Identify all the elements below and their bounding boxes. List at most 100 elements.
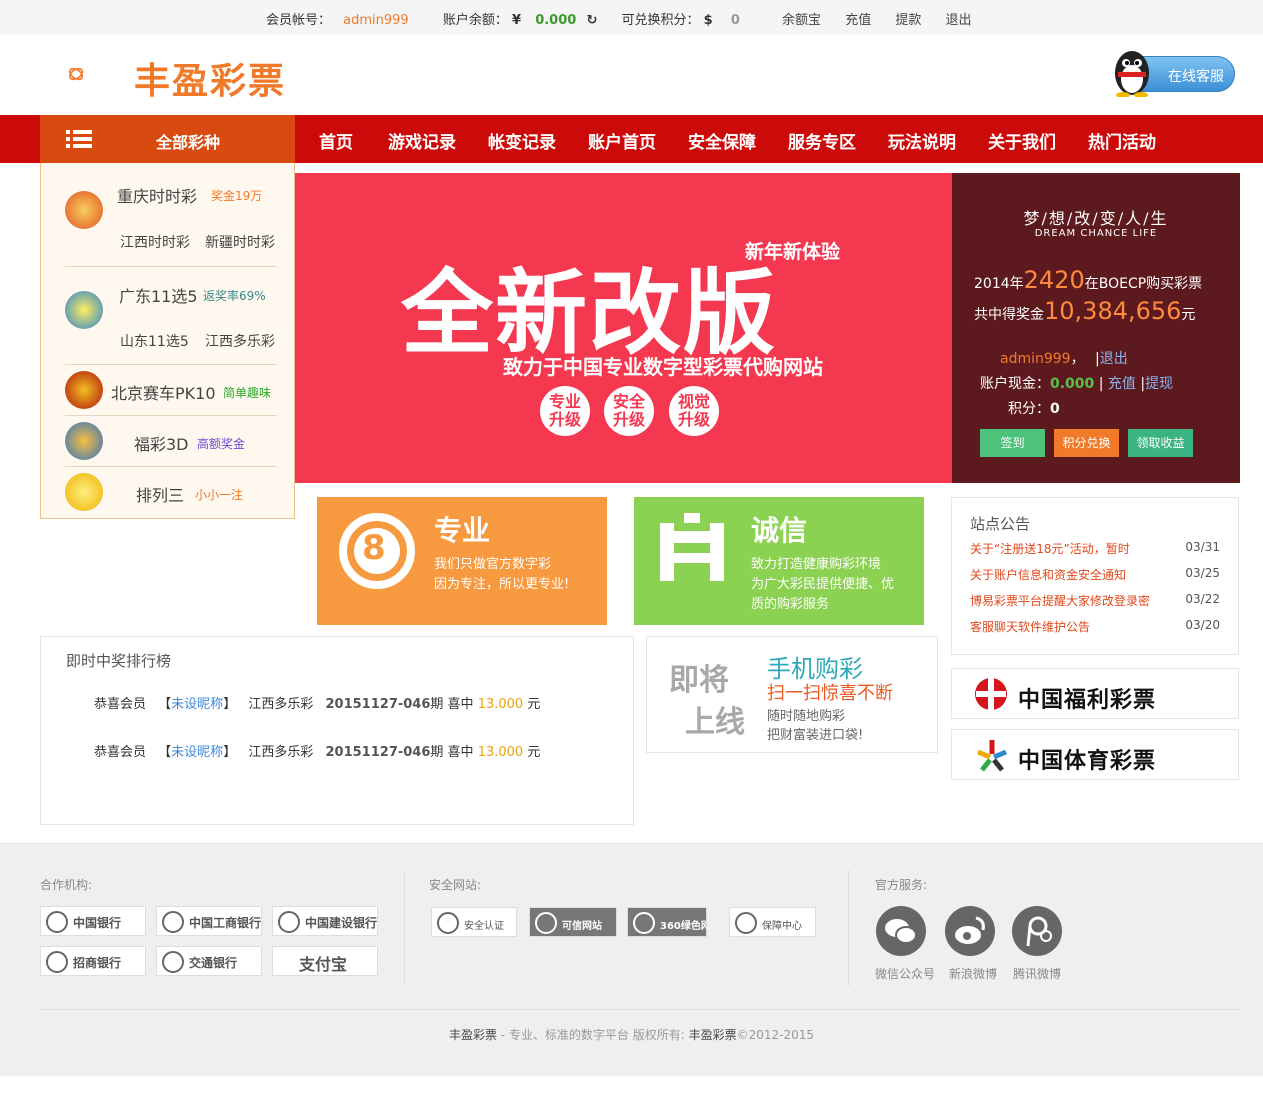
cash-label: 账户现金： — [980, 376, 1050, 392]
link-logout[interactable]: 退出 — [946, 9, 972, 28]
site-notice: 站点公告 关于“注册送18元”活动，暂时 03/31 关于账户信息和资金安全通知… — [951, 497, 1239, 655]
banner-badge: 专业 升级 — [540, 386, 590, 436]
copyright: 丰盈彩票 - 专业、标准的数字平台 版权所有: 丰盈彩票©2012-2015 — [0, 1026, 1263, 1043]
cash-line: 账户现金：0.000 | 充值 |提现 — [980, 376, 1174, 392]
wechat-label[interactable]: 微信公众号 — [875, 965, 935, 982]
sidebar-item-fc3d[interactable]: 福彩3D — [134, 431, 189, 455]
points-label: 积分： — [1008, 401, 1050, 417]
partner-icbc[interactable]: 中国工商银行 — [156, 906, 262, 936]
trusted-site[interactable]: 可信网站 — [529, 907, 617, 937]
link-withdraw[interactable]: 提款 — [895, 9, 921, 28]
tencent-weibo-label[interactable]: 腾讯微博 — [1013, 965, 1061, 982]
footer: 合作机构: 中国银行 中国工商银行 中国建设银行 招商银行 交通银行 支付宝 安… — [0, 843, 1263, 1076]
separator: ， — [1070, 351, 1085, 367]
guarantee-center[interactable]: 保障中心 — [729, 907, 816, 937]
sidebar-item-jxssc[interactable]: 江西时时彩 — [120, 232, 190, 252]
nav-item-game-records[interactable]: 游戏记录 — [388, 128, 456, 153]
security-cert[interactable]: 安全认证 — [431, 907, 517, 937]
stats-line-2: 共中得奖金10,384,656元 — [974, 297, 1195, 325]
partner-boc[interactable]: 中国银行 — [40, 906, 146, 936]
sidebar-item-xjssc[interactable]: 新疆时时彩 — [205, 232, 275, 252]
link-yuebao[interactable]: 余额宝 — [782, 9, 821, 28]
sidebar-item-pk10[interactable]: 北京赛车PK10 — [111, 380, 216, 404]
points-exchange-button[interactable]: 积分兑换 — [1054, 429, 1119, 457]
notice-item-title[interactable]: 客服聊天软件维护公告 — [970, 618, 1090, 635]
partner-cmb[interactable]: 招商银行 — [40, 946, 146, 976]
copy-text: - 专业、标准的数字平台 版权所有: — [496, 1028, 689, 1042]
username: admin999 — [1000, 351, 1071, 367]
weibo-label[interactable]: 新浪微博 — [949, 965, 997, 982]
sidebar-item-sd11x5[interactable]: 山东11选5 — [120, 331, 189, 351]
logo-text[interactable]: 丰盈彩票 — [134, 52, 286, 104]
partner-ccb[interactable]: 中国建设银行 — [272, 906, 378, 936]
checkin-button[interactable]: 签到 — [980, 429, 1045, 457]
feature-desc: 致力打造健康购彩环境 为广大彩民提供便捷、优 质的购彩服务 — [751, 555, 894, 615]
withdraw-link[interactable]: 提现 — [1145, 376, 1173, 392]
row-amount: 13.000 — [477, 745, 524, 760]
nav-item-security[interactable]: 安全保障 — [688, 128, 756, 153]
coming-soon-1: 即将 — [669, 663, 729, 698]
wechat-icon[interactable] — [876, 906, 926, 956]
logo-icon[interactable] — [68, 44, 130, 104]
sidebar-item-p3[interactable]: 排列三 — [136, 482, 184, 506]
feature-professional: 8 专业 我们只做官方数字彩 因为专注，所以更专业! — [317, 497, 607, 625]
logout-link[interactable]: 退出 — [1100, 351, 1128, 367]
nav-item-account-home[interactable]: 账户首页 — [588, 128, 656, 153]
notice-item-title[interactable]: 博易彩票平台提醒大家修改登录密 — [970, 592, 1150, 609]
row-issue: 20151127-046 — [325, 697, 431, 712]
notice-item-title[interactable]: 关于“注册送18元”活动，暂时 — [970, 540, 1130, 557]
sidebar-tag: 小小一注 — [195, 488, 244, 502]
sidebar-tag: 高额奖金 — [197, 437, 246, 451]
sidebar-item-jxdlc[interactable]: 江西多乐彩 — [205, 331, 275, 351]
balance-label: 账户余额： — [442, 13, 508, 28]
nav-item-account-changes[interactable]: 帐变记录 — [488, 128, 556, 153]
badge-line: 安全 — [612, 392, 645, 411]
sports-lottery-link[interactable]: 中国体育彩票 — [951, 729, 1239, 780]
partner-bocom[interactable]: 交通银行 — [156, 946, 262, 976]
collect-earnings-button[interactable]: 领取收益 — [1128, 429, 1193, 457]
stats-year: 2014年 — [974, 276, 1024, 292]
notice-item-date: 03/22 — [1185, 592, 1220, 606]
lottery-sidebar: 重庆时时彩 奖金19万 江西时时彩 新疆时时彩 广东11选5 返奖率69% 山东… — [40, 163, 295, 519]
all-games-button[interactable]: 全部彩种 — [40, 115, 295, 163]
qq-penguin-icon — [1115, 51, 1149, 97]
gd11x5-icon — [65, 291, 103, 329]
nav-item-promotions[interactable]: 热门活动 — [1088, 128, 1156, 153]
notice-item-title[interactable]: 关于账户信息和资金安全通知 — [970, 566, 1126, 583]
partner-name: 招商银行 — [73, 956, 122, 970]
360-green-site[interactable]: 360绿色网站 — [627, 907, 707, 937]
welfare-lottery-link[interactable]: 中国福利彩票 — [951, 668, 1239, 719]
sidebar-item-cqssc[interactable]: 重庆时时彩 — [117, 183, 197, 207]
mobile-promo[interactable]: 即将 上线 手机购彩 扫一扫惊喜不断 随时随地购彩 把财富装进口袋! — [646, 636, 938, 753]
desc-line: 致力打造健康购彩环境 — [751, 557, 882, 572]
footer-rule — [40, 1009, 1240, 1010]
tencent-weibo-icon[interactable] — [1012, 906, 1062, 956]
prize-unit: 元 — [1181, 307, 1196, 323]
online-service-button[interactable]: 在线客服 — [1115, 51, 1235, 97]
partner-alipay[interactable]: 支付宝 — [272, 946, 378, 976]
row-nick: 未设昵称 — [171, 697, 224, 712]
hero-banner[interactable]: 全新改版 新年新体验 致力于中国专业数字型彩票代购网站 专业 升级 安全 升级 … — [295, 173, 952, 483]
sports-lottery-label: 中国体育彩票 — [1018, 749, 1157, 774]
row-unit: 元 — [527, 745, 541, 760]
refresh-icon[interactable]: ↻ — [586, 13, 597, 28]
ranking-row: 恭喜会员 【未设昵称】 江西多乐彩 20151127-046期 喜中 13.00… — [94, 745, 541, 760]
recharge-link[interactable]: 充值 — [1108, 376, 1136, 392]
prize-label: 共中得奖金 — [974, 307, 1044, 323]
link-recharge[interactable]: 充值 — [845, 9, 871, 28]
feature-title: 专业 — [434, 514, 491, 547]
banner-tagline: 新年新体验 — [745, 241, 841, 263]
list-icon — [66, 130, 92, 148]
nav-item-rules[interactable]: 玩法说明 — [888, 128, 956, 153]
security-name: 保障中心 — [762, 921, 802, 932]
weibo-icon[interactable] — [945, 906, 995, 956]
security-name: 360绿色网站 — [660, 921, 706, 932]
row-issue-suffix: 期 喜中 — [430, 745, 474, 760]
nav-item-service[interactable]: 服务专区 — [788, 128, 856, 153]
notice-title: 站点公告 — [970, 515, 1031, 533]
online-service-label: 在线客服 — [1168, 69, 1224, 85]
slogan-en: DREAM CHANCE LIFE — [1034, 228, 1158, 239]
nav-item-about[interactable]: 关于我们 — [988, 128, 1056, 153]
nav-item-home[interactable]: 首页 — [319, 128, 353, 153]
sidebar-item-gd11x5[interactable]: 广东11选5 — [119, 283, 198, 307]
